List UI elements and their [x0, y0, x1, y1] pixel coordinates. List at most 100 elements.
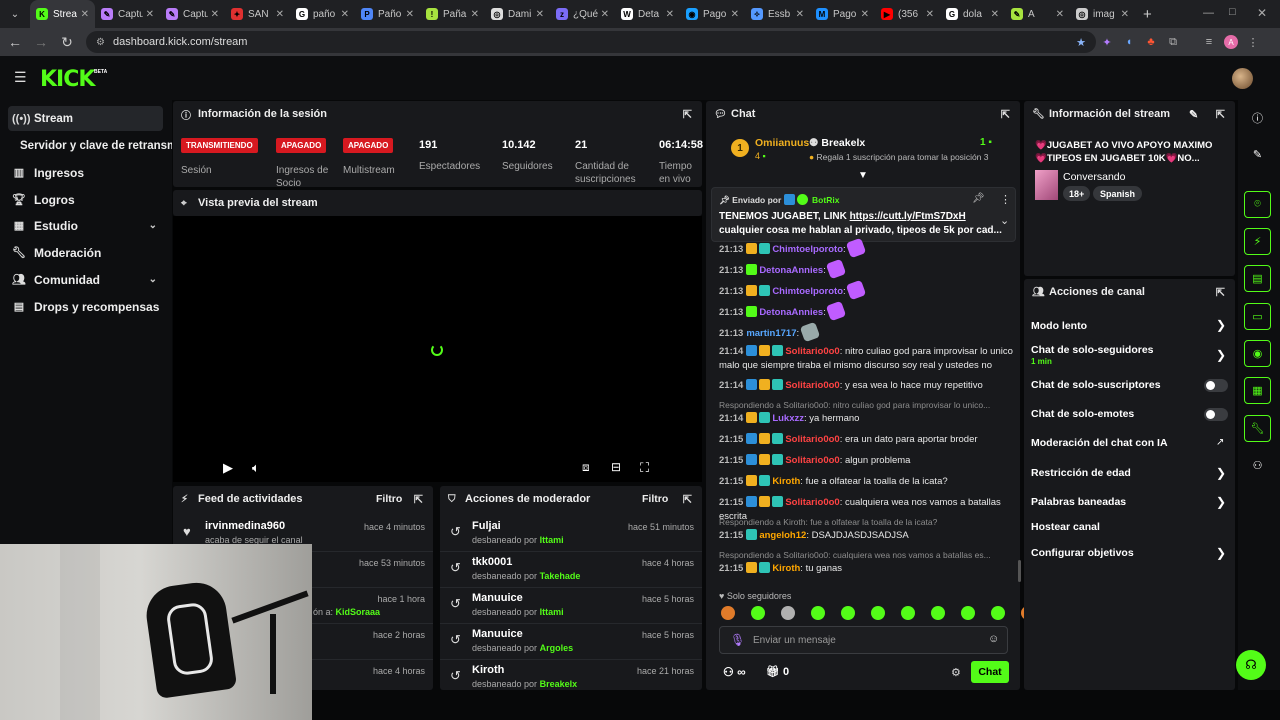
sidebar-item-estudio[interactable]: ▦ Estudio ⌄ — [8, 213, 163, 238]
chevron-right-icon[interactable]: ❯ — [1216, 348, 1226, 362]
theater-icon[interactable]: ⊟ — [611, 460, 621, 474]
action-emotes-only[interactable]: Chat de solo-emotes — [1031, 408, 1134, 420]
chevron-right-icon[interactable]: ❯ — [1216, 495, 1226, 509]
window-maximize-icon[interactable]: □ — [1229, 6, 1236, 18]
bolt-icon[interactable]: ⚡︎ — [1244, 228, 1271, 255]
chevrons-icon[interactable]: ▼ — [858, 170, 868, 181]
chat-message[interactable]: 21:14 Solitario0o0: nitro culiao god para… — [719, 345, 1017, 373]
chat-bubble-icon[interactable]: ▭ — [1244, 303, 1271, 330]
browser-tab[interactable]: ▶ (356 ✕ — [875, 0, 940, 28]
new-tab-button[interactable]: + — [1143, 6, 1152, 23]
tab-close-icon[interactable]: ✕ — [211, 9, 219, 20]
pip-icon[interactable]: ⧈ — [582, 460, 590, 475]
browser-tab[interactable]: z ¿Qué ✕ — [550, 0, 615, 28]
emote-button[interactable] — [991, 606, 1005, 620]
chat-message[interactable]: 21:15 angeloh12: DSAJDJASDJSADJSA — [719, 529, 1017, 543]
user-avatar[interactable] — [1232, 68, 1253, 89]
gift-counter[interactable]: 🎁︎ 0 — [766, 665, 789, 678]
sidebar-item-logros[interactable]: 🏆︎ Logros — [8, 187, 163, 212]
pinned-message[interactable]: 📌︎ Enviado por BotRix 📌︎ ⋮ ⌄ TENEMOS JUG… — [711, 187, 1016, 242]
filter-button[interactable]: Filtro — [642, 493, 668, 505]
mod-target-user[interactable]: tkk0001 — [472, 556, 512, 568]
wrench-icon[interactable]: 🔧︎ — [1244, 415, 1271, 442]
message-username[interactable]: Chimtoelporoto — [772, 244, 843, 255]
chevron-right-icon[interactable]: ❯ — [1216, 466, 1226, 480]
tab-close-icon[interactable]: ✕ — [81, 9, 89, 20]
browser-tab[interactable]: M Pago ✕ — [810, 0, 875, 28]
edit-icon[interactable]: ✎ — [1189, 108, 1198, 121]
mod-target-user[interactable]: Kiroth — [472, 664, 504, 676]
tab-close-icon[interactable]: ✕ — [796, 9, 804, 20]
chat-message[interactable]: 21:14 Lukxzz: ya hermano — [719, 412, 1017, 426]
more-options-icon[interactable]: ⋮ — [1000, 193, 1011, 206]
browser-tab[interactable]: ✎ Captu ✕ — [95, 0, 160, 28]
message-username[interactable]: Solitario0o0 — [785, 380, 839, 391]
category-name[interactable]: Conversando — [1063, 171, 1125, 183]
mod-target-user[interactable]: Fuljai — [472, 520, 501, 532]
browser-tab[interactable]: P Paño ✕ — [355, 0, 420, 28]
emotes-only-toggle[interactable] — [1204, 408, 1228, 421]
chat-message[interactable]: 21:13 Chimtoelporoto: — [719, 279, 1017, 301]
chat-message[interactable]: 21:15 Kiroth: fue a olfatear la toalla de… — [719, 475, 1017, 489]
tab-search-button[interactable]: ⌄ — [4, 3, 26, 25]
browser-tab[interactable]: ✎ A ✕ — [1005, 0, 1070, 28]
reload-icon[interactable]: ↻ — [56, 31, 78, 53]
tab-close-icon[interactable]: ✕ — [991, 9, 999, 20]
profile-avatar-icon[interactable]: A — [1220, 31, 1242, 53]
leader-name[interactable]: Omiianuus — [755, 137, 809, 149]
chat-message[interactable]: 21:13 Chimtoelporoto: — [719, 237, 1017, 259]
chat-message[interactable]: 21:15 Solitario0o0: algun problema — [719, 454, 1017, 468]
forward-icon[interactable]: → — [30, 31, 52, 53]
extension-icon[interactable]: ✦ — [1096, 31, 1118, 53]
tab-close-icon[interactable]: ✕ — [926, 9, 934, 20]
extensions-puzzle-icon[interactable]: ⧉ — [1162, 31, 1184, 53]
action-ai-moderation[interactable]: Moderación del chat con IA — [1031, 437, 1168, 449]
message-username[interactable]: Solitario0o0 — [785, 455, 839, 466]
popout-icon[interactable]: ⇱ — [1001, 108, 1010, 121]
pin-toggle-icon[interactable]: 📌︎ — [972, 193, 985, 204]
reply-context[interactable]: Respondiendo a Solitario0o0: cualquiera … — [719, 550, 1017, 560]
action-subscribers-only[interactable]: Chat de solo-suscriptores — [1031, 379, 1161, 391]
emote-button[interactable] — [781, 606, 795, 620]
pinned-link[interactable]: https://cutt.ly/FtmS7DxH — [850, 211, 966, 222]
emote-button[interactable] — [751, 606, 765, 620]
emote-button[interactable] — [721, 606, 735, 620]
volume-icon[interactable]: 🔈︎ — [252, 460, 260, 476]
mic-icon[interactable]: 🎙︎ — [730, 633, 745, 647]
menu-hamburger-icon[interactable]: ☰ — [14, 70, 28, 84]
sidebar-item-comunidad[interactable]: 👥︎ Comunidad ⌄ — [8, 267, 163, 292]
filter-button[interactable]: Filtro — [376, 493, 402, 505]
chat-message[interactable]: 21:13 martin1717: — [719, 321, 1017, 343]
chat-message[interactable]: 21:14 Solitario0o0: y esa wea lo hace muy… — [719, 379, 1017, 393]
message-username[interactable]: angeloh12 — [759, 530, 806, 541]
tab-close-icon[interactable]: ✕ — [861, 9, 869, 20]
reply-context[interactable]: Respondiendo a Solitario0o0: nitro culia… — [719, 400, 1017, 410]
stream-preview-video[interactable]: ▶ 🔈︎ ⧈ ⊟ ⛶ — [173, 216, 702, 482]
kick-logo[interactable]: KICK — [40, 67, 95, 92]
window-minimize-icon[interactable]: — — [1203, 7, 1214, 19]
emote-button[interactable] — [961, 606, 975, 620]
chevron-right-icon[interactable]: ❯ — [1216, 318, 1226, 332]
message-username[interactable]: martin1717 — [746, 328, 796, 339]
subscribers-only-toggle[interactable] — [1204, 379, 1228, 392]
browser-tab[interactable]: ◉ Pago ✕ — [680, 0, 745, 28]
extension-icon[interactable]: ♣ — [1140, 31, 1162, 53]
reply-context[interactable]: Respondiendo a Kiroth: fue a olfatear la… — [719, 517, 1017, 527]
tab-close-icon[interactable]: ✕ — [1056, 9, 1064, 20]
sidebar-item-moderacion[interactable]: 🔧︎ Moderación — [8, 240, 163, 265]
mod-target-user[interactable]: Manuuice — [472, 592, 523, 604]
camera-focus-icon[interactable]: ⌾ — [1244, 191, 1271, 218]
back-icon[interactable]: ← — [4, 31, 26, 53]
browser-tab[interactable]: K Strea ✕ — [30, 0, 95, 28]
chevron-right-icon[interactable]: ❯ — [1216, 546, 1226, 560]
action-followers-only[interactable]: Chat de solo-seguidores — [1031, 344, 1154, 356]
support-headset-button[interactable]: ☊ — [1236, 650, 1266, 680]
browser-tab[interactable]: ◎ imag ✕ — [1070, 0, 1135, 28]
broadcast-icon[interactable]: ◉ — [1244, 340, 1271, 367]
chat-message[interactable]: 21:15 Kiroth: tu ganas — [719, 562, 1017, 576]
emote-button[interactable] — [811, 606, 825, 620]
pencil-icon[interactable]: ✎ — [1244, 141, 1271, 168]
category-thumbnail[interactable] — [1035, 170, 1058, 200]
people-icon[interactable]: ⚇ — [1244, 452, 1271, 479]
action-host-channel[interactable]: Hostear canal — [1031, 521, 1100, 533]
